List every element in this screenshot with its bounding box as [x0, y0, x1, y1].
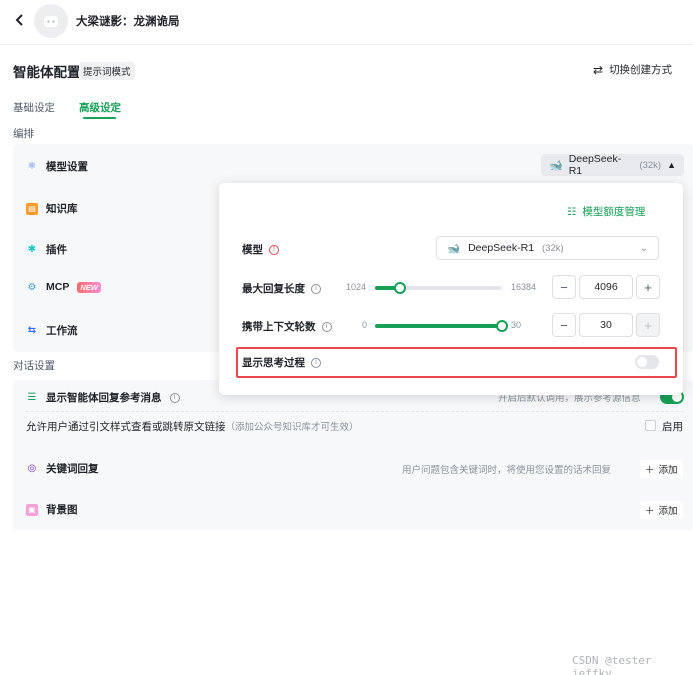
- max-reply-min: 1024: [346, 282, 367, 292]
- header-divider: [0, 44, 693, 45]
- model-settings-row[interactable]: ⚛ 模型设置: [26, 159, 88, 174]
- keyword-reply-hint: 用户问题包含关键词时，将使用您设置的话术回复: [402, 465, 612, 476]
- swap-icon: ⇄: [593, 62, 604, 77]
- plus-icon: ＋: [645, 465, 655, 476]
- info-icon[interactable]: i: [311, 357, 321, 368]
- switch-method-button[interactable]: ⇄ 切换创建方式: [593, 62, 672, 77]
- model-field-label: 模型 !: [242, 242, 279, 257]
- model-select-value: DeepSeek-R1: [468, 242, 535, 254]
- plus-icon: ＋: [645, 506, 655, 517]
- info-icon[interactable]: i: [169, 392, 180, 403]
- model-icon: ⚛: [27, 161, 37, 172]
- max-reply-label: 最大回复长度: [242, 283, 305, 295]
- max-reply-slider[interactable]: [375, 282, 502, 294]
- show-thinking-label-row: 显示思考过程 i: [242, 355, 321, 370]
- allow-link-label: 允许用户通过引文样式查看或跳转原文链接: [26, 421, 226, 433]
- show-thinking-label: 显示思考过程: [242, 357, 305, 369]
- avatar: [34, 4, 68, 38]
- context-rounds-decrement[interactable]: −: [552, 313, 576, 337]
- list-icon: ☷: [567, 205, 577, 218]
- allow-link-row: 允许用户通过引文样式查看或跳转原文链接（添加公众号知识库才可生效）: [26, 419, 359, 434]
- info-icon[interactable]: i: [311, 283, 321, 294]
- context-rounds-input[interactable]: 30: [579, 313, 633, 337]
- max-reply-increment[interactable]: +: [636, 275, 660, 299]
- mcp-label: MCP: [46, 281, 70, 293]
- context-rounds-label: 携带上下文轮数: [242, 321, 316, 333]
- page-title: 智能体配置: [13, 65, 81, 80]
- show-reference-label: 显示智能体回复参考消息: [46, 392, 162, 404]
- whale-icon: 🐋: [447, 242, 461, 255]
- allow-link-enable-label: 启用: [662, 421, 683, 433]
- model-select-context: (32k): [542, 242, 564, 254]
- show-thinking-toggle[interactable]: [635, 355, 659, 369]
- mcp-icon: ⚙: [27, 281, 37, 293]
- workflow-row[interactable]: ⇆ 工作流: [26, 323, 78, 338]
- context-rounds-slider-thumb[interactable]: [496, 320, 508, 332]
- max-reply-input[interactable]: 4096: [579, 275, 633, 299]
- context-rounds-increment[interactable]: +: [636, 313, 660, 337]
- model-select[interactable]: 🐋 DeepSeek-R1 (32k) ⌄: [436, 236, 659, 260]
- quota-management-label: 模型额度管理: [582, 206, 646, 218]
- image-icon: ▣: [26, 503, 38, 516]
- context-rounds-slider[interactable]: [375, 320, 508, 332]
- mode-badge: 提示词模式: [79, 62, 135, 80]
- robot-icon: [44, 16, 58, 27]
- watermark: CSDN @tester jeffky: [572, 654, 652, 675]
- background-label: 背景图: [46, 504, 78, 516]
- reference-icon: ☰: [27, 392, 37, 403]
- mcp-row[interactable]: ⚙ MCP NEW: [26, 281, 101, 293]
- tab-active-indicator: [83, 117, 116, 119]
- model-label: 模型: [242, 244, 263, 256]
- info-icon[interactable]: !: [269, 244, 279, 255]
- info-icon[interactable]: i: [321, 321, 332, 332]
- tab-basic[interactable]: 基础设定: [13, 100, 55, 115]
- context-rounds-slider-fill: [375, 324, 502, 328]
- keyword-reply-row: ◎ 关键词回复: [26, 461, 99, 476]
- max-reply-decrement[interactable]: −: [552, 275, 576, 299]
- section-dialog: 对话设置: [13, 360, 55, 372]
- knowledge-row[interactable]: ▤ 知识库: [26, 201, 78, 216]
- background-add-label: 添加: [658, 506, 678, 517]
- chevron-down-icon: ⌄: [639, 242, 648, 254]
- context-rounds-min: 0: [362, 320, 368, 330]
- keyword-icon: ◎: [27, 463, 37, 474]
- workflow-icon: ⇆: [27, 325, 37, 336]
- background-row: ▣ 背景图: [26, 502, 78, 517]
- keyword-add-button[interactable]: ＋ 添加: [640, 460, 683, 478]
- model-chip-name: DeepSeek-R1: [568, 153, 622, 177]
- model-chip[interactable]: 🐋 DeepSeek-R1 (32k) ▲: [541, 153, 684, 177]
- knowledge-label: 知识库: [46, 203, 78, 215]
- max-reply-max: 16384: [511, 282, 537, 292]
- background-add-button[interactable]: ＋ 添加: [640, 501, 683, 519]
- back-button[interactable]: [10, 10, 30, 30]
- show-reference-row: ☰ 显示智能体回复参考消息 i: [26, 390, 180, 405]
- quota-management-link[interactable]: ☷ 模型额度管理: [567, 204, 645, 219]
- context-rounds-label-row: 携带上下文轮数 i: [242, 319, 332, 334]
- new-badge: NEW: [77, 281, 101, 293]
- divider: [26, 411, 684, 412]
- model-settings-popover: ☷ 模型额度管理 模型 ! 🐋 DeepSeek-R1 (32k) ⌄ 最大回复…: [219, 183, 683, 395]
- bot-name: 大梁谜影：龙渊诡局: [76, 16, 180, 28]
- chevron-up-icon: ▲: [667, 160, 676, 170]
- max-reply-label-row: 最大回复长度 i: [242, 281, 321, 296]
- whale-icon: 🐋: [549, 159, 563, 172]
- model-settings-label: 模型设置: [46, 161, 88, 173]
- tab-advanced[interactable]: 高级设定: [79, 100, 121, 115]
- allow-link-checkbox[interactable]: [645, 420, 656, 431]
- plugin-label: 插件: [46, 244, 67, 256]
- max-reply-slider-thumb[interactable]: [394, 282, 406, 294]
- keyword-add-label: 添加: [658, 465, 678, 476]
- context-rounds-max: 30: [511, 320, 522, 330]
- switch-method-label: 切换创建方式: [609, 64, 673, 76]
- model-chip-context: (32k): [639, 159, 662, 171]
- plugin-icon: ✱: [27, 244, 37, 255]
- keyword-reply-label: 关键词回复: [46, 463, 99, 475]
- section-orchestration: 编排: [13, 128, 34, 140]
- plugin-row[interactable]: ✱ 插件: [26, 242, 67, 257]
- knowledge-icon: ▤: [26, 202, 38, 215]
- allow-link-note: （添加公众号知识库才可生效）: [225, 422, 359, 433]
- chevron-left-icon: [15, 14, 23, 26]
- workflow-label: 工作流: [46, 325, 78, 337]
